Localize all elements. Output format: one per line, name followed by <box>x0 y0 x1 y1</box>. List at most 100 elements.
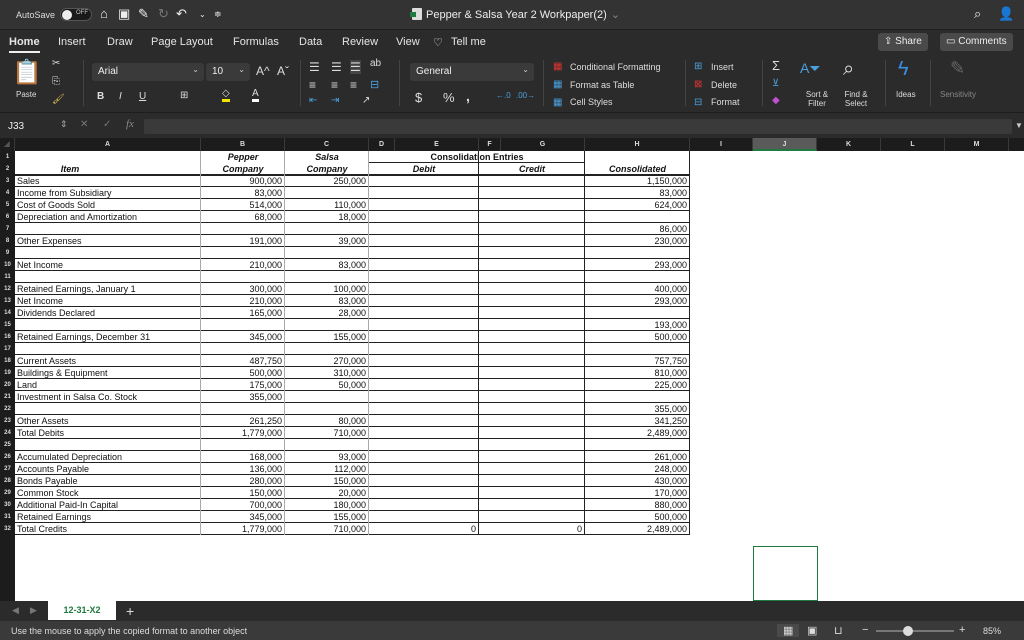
worksheet-grid[interactable]: ◢ ABCDEFGHIJKLM 1 2 3 4 5 6 7 8 9 10 11 12 13 14 15 16 1… <box>0 138 1024 601</box>
row-header[interactable]: 28 <box>0 475 15 487</box>
align-top-icon[interactable]: ☰ <box>309 60 320 74</box>
row-header[interactable]: 31 <box>0 511 15 523</box>
row-header[interactable]: 9 <box>0 247 15 259</box>
zoom-in-button[interactable]: + <box>959 624 965 636</box>
increase-indent-icon[interactable]: ⇥ <box>331 95 339 106</box>
autosave-toggle[interactable]: OFF <box>60 8 92 21</box>
merge-center-icon[interactable]: ⊟ <box>370 78 379 91</box>
account-icon[interactable]: 👤 <box>998 6 1014 22</box>
bold-button[interactable]: B <box>97 91 104 102</box>
column-header-c[interactable]: C <box>285 138 369 151</box>
header-pepper[interactable]: Pepper <box>201 151 285 163</box>
align-bottom-icon[interactable]: ☰ <box>350 60 361 74</box>
wrap-text-icon[interactable]: ab <box>370 58 381 69</box>
row-header[interactable]: 12 <box>0 283 15 295</box>
row-header[interactable]: 25 <box>0 439 15 451</box>
delete-cells-button[interactable]: Delete <box>711 80 737 90</box>
undo-dropdown-icon[interactable]: ⌄ <box>199 10 206 19</box>
align-right-icon[interactable]: ≡ <box>350 78 357 92</box>
insert-cells-button[interactable]: Insert <box>711 62 734 72</box>
paste-button[interactable]: Paste <box>16 90 36 99</box>
row-header[interactable]: 21 <box>0 391 15 403</box>
home-icon[interactable]: ⌂ <box>100 6 108 21</box>
tab-view[interactable]: View <box>396 36 420 48</box>
tab-formulas[interactable]: Formulas <box>233 36 279 48</box>
column-header-e[interactable]: E <box>395 138 479 151</box>
font-name-select[interactable]: Arial ⌄ <box>92 63 204 81</box>
prev-sheet-icon[interactable]: ◀ <box>12 605 19 616</box>
tab-home[interactable]: Home <box>9 36 40 53</box>
tab-draw[interactable]: Draw <box>107 36 133 48</box>
undo-icon[interactable]: ↶ <box>176 6 187 22</box>
header-salsa[interactable]: Salsa <box>285 151 369 163</box>
expand-formula-bar-icon[interactable]: ▼ <box>1015 121 1023 130</box>
column-header-b[interactable]: B <box>201 138 285 151</box>
cut-icon[interactable]: ✂ <box>52 58 60 69</box>
share-button[interactable]: ⇪ Share <box>878 33 928 51</box>
row-header[interactable]: 6 <box>0 211 15 223</box>
conditional-formatting-button[interactable]: Conditional Formatting <box>570 62 661 72</box>
column-header-g[interactable]: G <box>501 138 585 151</box>
format-as-table-button[interactable]: Format as Table <box>570 80 634 90</box>
row-header[interactable]: 30 <box>0 499 15 511</box>
redo-icon[interactable]: ↻ <box>158 6 169 22</box>
row-header[interactable]: 4 <box>0 187 15 199</box>
page-layout-view-icon[interactable]: ▣ <box>807 624 817 637</box>
row-header[interactable]: 32 <box>0 523 15 535</box>
ideas-button[interactable]: Ideas <box>896 90 916 99</box>
decrease-indent-icon[interactable]: ⇤ <box>309 95 317 106</box>
currency-icon[interactable]: $ <box>415 90 422 105</box>
row-header[interactable]: 27 <box>0 463 15 475</box>
row-header[interactable]: 13 <box>0 295 15 307</box>
row-header[interactable]: 10 <box>0 259 15 271</box>
page-break-view-icon[interactable]: ⊔ <box>834 624 843 637</box>
row-header[interactable]: 7 <box>0 223 15 235</box>
fill-icon[interactable]: ⊻ <box>772 78 779 89</box>
formula-input[interactable] <box>144 119 1012 134</box>
borders-icon[interactable]: ⊞ <box>180 90 188 101</box>
row-header[interactable]: 26 <box>0 451 15 463</box>
column-header-l[interactable]: L <box>881 138 945 151</box>
row-header[interactable]: 2 <box>0 163 15 175</box>
tab-insert[interactable]: Insert <box>58 36 86 48</box>
row-header[interactable]: 5 <box>0 199 15 211</box>
orientation-icon[interactable]: ↗ <box>362 95 370 106</box>
sensitivity-button[interactable]: Sensitivity <box>940 90 976 99</box>
column-header-k[interactable]: K <box>817 138 881 151</box>
align-left-icon[interactable]: ≡ <box>309 78 316 92</box>
align-center-icon[interactable]: ≡ <box>331 78 338 92</box>
underline-button[interactable]: U <box>139 91 146 102</box>
save-icon[interactable]: ▣ <box>118 6 130 22</box>
column-header-d[interactable]: D <box>369 138 395 151</box>
select-all-corner[interactable]: ◢ <box>0 138 15 151</box>
name-box[interactable]: J33 <box>8 121 24 132</box>
sort-filter-button[interactable]: Sort & Filter <box>803 90 831 108</box>
clear-icon[interactable]: ◆ <box>772 95 780 106</box>
zoom-slider[interactable] <box>876 630 954 632</box>
column-header-j[interactable]: J <box>753 138 817 151</box>
row-header[interactable]: 20 <box>0 379 15 391</box>
normal-view-icon[interactable]: ▦ <box>777 624 800 637</box>
tab-page-layout[interactable]: Page Layout <box>151 36 213 48</box>
edit-icon[interactable]: ✎ <box>138 6 149 22</box>
row-header[interactable]: 3 <box>0 175 15 187</box>
cancel-icon[interactable]: ✕ <box>80 119 88 130</box>
format-painter-icon[interactable]: 🖌 <box>52 94 65 105</box>
column-header-a[interactable]: A <box>15 138 201 151</box>
insert-function-icon[interactable]: fx <box>126 118 134 130</box>
paste-icon[interactable]: 📋 <box>12 58 42 87</box>
copy-icon[interactable]: ⎘ <box>52 76 60 87</box>
row-header[interactable]: 22 <box>0 403 15 415</box>
font-color-icon[interactable]: A <box>252 88 259 102</box>
row-header[interactable]: 24 <box>0 427 15 439</box>
increase-decimal-icon[interactable]: ←.0 <box>496 91 511 100</box>
row-header[interactable]: 15 <box>0 319 15 331</box>
comments-button[interactable]: ▭ Comments <box>940 33 1013 51</box>
column-header-i[interactable]: I <box>690 138 753 151</box>
next-sheet-icon[interactable]: ▶ <box>30 605 37 616</box>
enter-icon[interactable]: ✓ <box>103 119 111 130</box>
autosum-icon[interactable]: Σ <box>772 58 780 73</box>
tab-data[interactable]: Data <box>299 36 322 48</box>
row-header[interactable]: 18 <box>0 355 15 367</box>
tab-review[interactable]: Review <box>342 36 378 48</box>
